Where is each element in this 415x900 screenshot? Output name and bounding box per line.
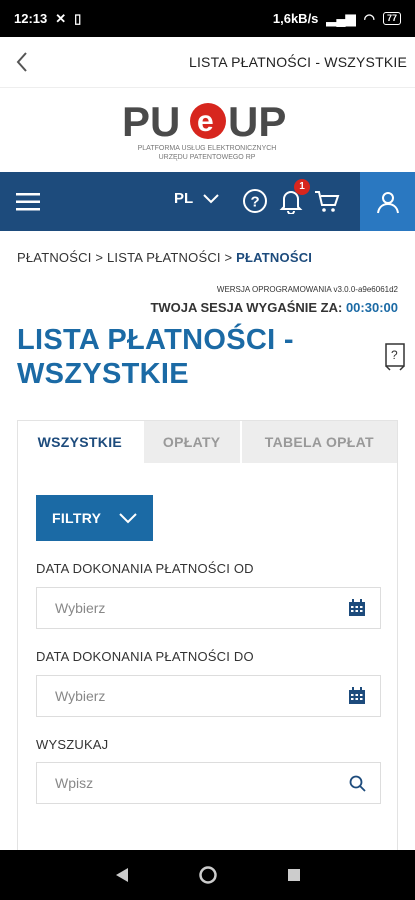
breadcrumb-item-platnosci[interactable]: PŁATNOŚCI — [17, 250, 92, 265]
breadcrumb-separator: > — [224, 250, 233, 265]
network-speed: 1,6kB/s — [272, 11, 319, 26]
breadcrumb-separator: > — [95, 250, 104, 265]
breadcrumb-item-lista-platnosci[interactable]: LISTA PŁATNOŚCI — [107, 250, 221, 265]
recents-square-icon[interactable] — [287, 868, 301, 882]
sim-icon: ▯ — [74, 10, 82, 26]
status-bar: 12:13 ✕ ▯ 1,6kB/s ▂▄▆ ◠ 77 — [0, 0, 415, 37]
svg-text:?: ? — [251, 194, 260, 211]
payments-panel: WSZYSTKIE OPŁATY TABELA OPŁAT FILTRY DAT… — [17, 420, 398, 900]
svg-text:UP: UP — [228, 98, 286, 142]
session-timer: 00:30:00 — [345, 300, 398, 315]
session-timeout: TWOJA SESJA WYGAŚNIE ZA: 00:30:00 — [150, 300, 398, 315]
battery-icon: 77 — [382, 12, 401, 25]
logo-subtitle-line2: URZĘDU PATENTOWEGO RP — [158, 154, 256, 161]
breadcrumb-current: PŁATNOŚCI — [236, 250, 313, 265]
date-from-label: DATA DOKONANIA PŁATNOŚCI OD — [36, 561, 254, 576]
search-label: WYSZUKAJ — [36, 737, 109, 752]
signal-icon: ▂▄▆ — [326, 10, 356, 26]
search-icon[interactable] — [349, 775, 366, 792]
tab-oplaty[interactable]: OPŁATY — [143, 421, 242, 463]
search-input[interactable] — [53, 774, 317, 792]
svg-text:PU: PU — [122, 98, 180, 142]
page-title: LISTA PŁATNOŚCI - WSZYSTKIE — [17, 324, 294, 390]
date-from-input[interactable] — [53, 599, 317, 617]
breadcrumb: PŁATNOŚCI > LISTA PŁATNOŚCI > PŁATNOŚCI — [17, 250, 312, 265]
search-field[interactable] — [36, 762, 381, 804]
help-icon[interactable]: ? — [241, 187, 269, 215]
logo-subtitle-line1: PLATFORMA USŁUG ELEKTRONICZNYCH — [137, 145, 277, 152]
cart-icon[interactable] — [313, 187, 341, 215]
calendar-icon[interactable] — [348, 687, 366, 705]
language-selector[interactable]: PL — [174, 190, 219, 207]
tab-bar: WSZYSTKIE OPŁATY TABELA OPŁAT — [18, 421, 397, 463]
menu-icon[interactable] — [0, 172, 56, 231]
date-to-input[interactable] — [53, 687, 317, 705]
clock: 12:13 — [14, 11, 48, 26]
tab-tabela-oplat[interactable]: TABELA OPŁAT — [241, 421, 397, 463]
date-to-field[interactable] — [36, 675, 381, 717]
svg-text:?: ? — [391, 348, 398, 362]
user-account-button[interactable] — [360, 172, 415, 231]
notification-count-badge: 1 — [294, 179, 310, 195]
back-icon[interactable] — [0, 37, 44, 87]
notifications-bell-icon[interactable]: 1 — [277, 179, 310, 215]
topbar-title: LISTA PŁATNOŚCI - WSZYSTKIE — [188, 54, 407, 70]
system-navigation-bar — [0, 850, 415, 900]
chevron-down-icon — [203, 193, 219, 203]
calendar-icon[interactable] — [348, 599, 366, 617]
logo-header: PU e UP PLATFORMA USŁUG ELEKTRONICZNYCH … — [0, 88, 415, 172]
main-navbar: PL ? 1 — [0, 172, 415, 231]
chevron-down-icon — [119, 512, 137, 523]
filters-button-label: FILTRY — [52, 510, 102, 526]
date-from-field[interactable] — [36, 587, 381, 629]
no-signal-icon: ✕ — [55, 10, 67, 26]
wifi-icon: ◠ — [363, 10, 375, 26]
pueup-logo[interactable]: PU e UP PLATFORMA USŁUG ELEKTRONICZNYCH … — [122, 96, 292, 166]
app-top-bar: LISTA PŁATNOŚCI - WSZYSTKIE — [0, 37, 415, 88]
logo-wordmark: PU e UP — [122, 98, 286, 145]
back-triangle-icon[interactable] — [115, 867, 129, 883]
svg-text:e: e — [197, 105, 214, 138]
user-icon — [376, 191, 399, 213]
software-version: WERSJA OPROGRAMOWANIA v3.0.0-a9e6061d2 — [216, 285, 398, 294]
filters-toggle-button[interactable]: FILTRY — [36, 495, 153, 541]
help-document-icon[interactable]: ? — [384, 343, 406, 371]
date-to-label: DATA DOKONANIA PŁATNOŚCI DO — [36, 649, 254, 664]
logo-subtitle: PLATFORMA USŁUG ELEKTRONICZNYCH URZĘDU P… — [122, 144, 292, 162]
session-label: TWOJA SESJA WYGAŚNIE ZA: — [150, 300, 343, 315]
home-circle-icon[interactable] — [198, 866, 217, 884]
language-label: PL — [174, 190, 194, 207]
tab-wszystkie[interactable]: WSZYSTKIE — [18, 421, 144, 463]
